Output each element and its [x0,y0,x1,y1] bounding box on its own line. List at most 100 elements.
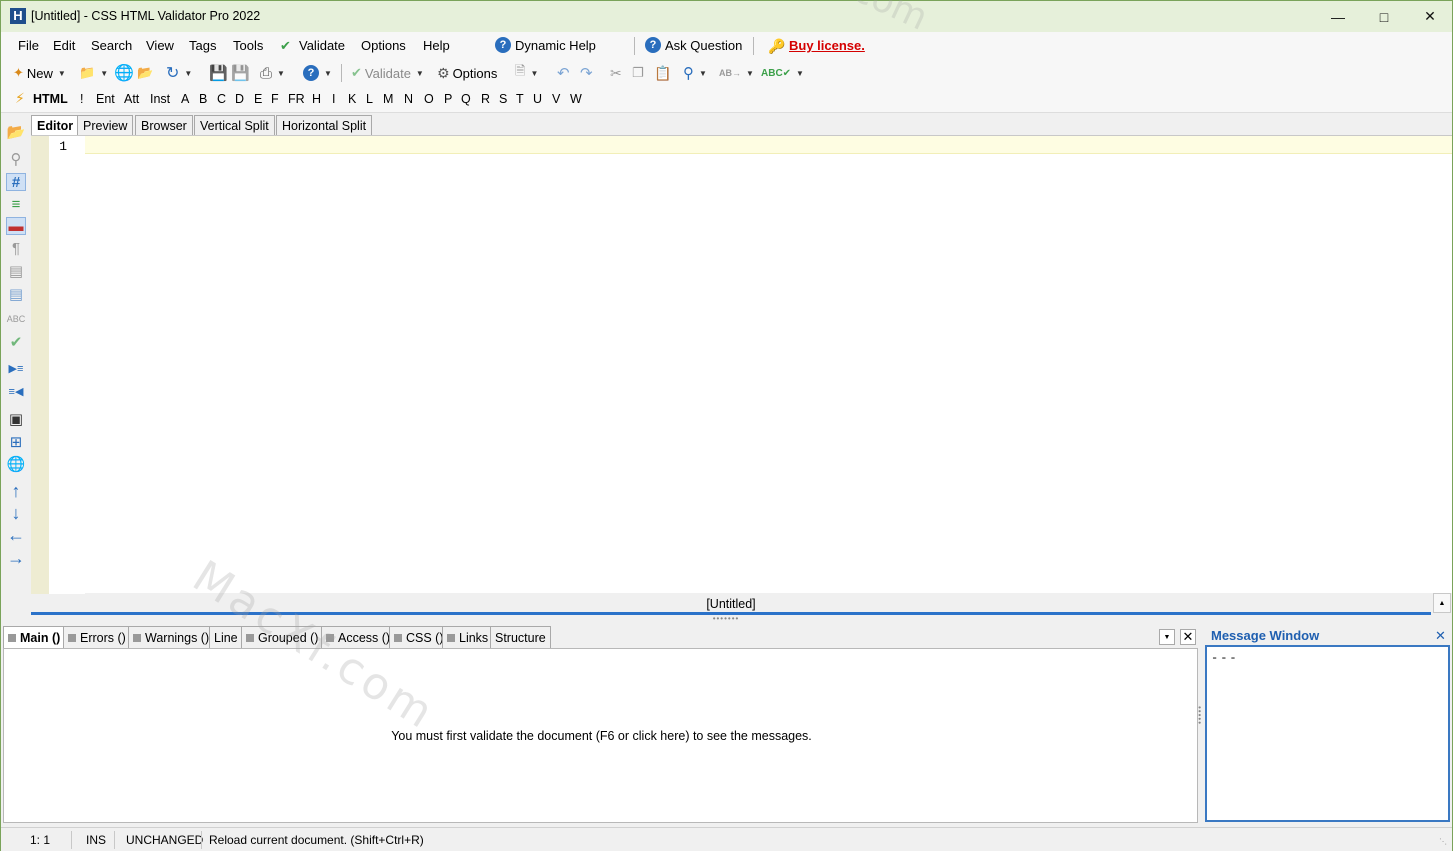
tab-warnings[interactable]: Warnings () [128,626,215,648]
tag-att[interactable]: Att [124,92,139,106]
menu-ask-question[interactable]: Ask Question [665,38,742,53]
tag-exclamation[interactable]: ! [80,92,83,106]
tag-r[interactable]: R [481,92,490,106]
tag-l[interactable]: L [366,92,373,106]
validate-document-button[interactable]: 🗎 ▼ [515,63,538,82]
binoculars-icon[interactable]: ⚲ [6,150,26,168]
menu-search[interactable]: Search [91,38,132,53]
tab-links[interactable]: Links [442,626,494,648]
menu-view[interactable]: View [146,38,174,53]
globe-icon[interactable]: 🌐 [114,64,134,82]
open-button[interactable]: 📁 ▼ [79,64,108,82]
import-icon[interactable]: 📂 [6,123,26,141]
arrow-up-icon[interactable]: ↑ [6,481,26,501]
menu-help[interactable]: Help [423,38,450,53]
tab-vertical-split[interactable]: Vertical Split [194,115,275,136]
maximize-button[interactable]: □ [1361,1,1407,32]
tab-structure[interactable]: Structure [490,626,551,648]
arrow-left-icon[interactable]: ← [6,525,26,545]
options-button[interactable]: ⚙ Options [437,64,497,82]
tag-u[interactable]: U [533,92,542,106]
tag-q[interactable]: Q [461,92,471,106]
tag-n[interactable]: N [404,92,413,106]
panel-close-icon[interactable]: ✕ [1180,629,1196,645]
tab-access[interactable]: Access () [321,626,396,648]
menu-file[interactable]: File [18,38,39,53]
save-all-icon[interactable]: 💾 [231,64,250,82]
code-editor[interactable]: 1 [31,135,1452,594]
scroll-up-icon[interactable]: ▲ [1433,593,1451,613]
tab-css[interactable]: CSS () [389,626,449,648]
indent-icon[interactable]: ▶≡ [6,359,26,377]
tag-o[interactable]: O [424,92,434,106]
check-icon[interactable]: ✔ [6,333,26,351]
validate-button[interactable]: ✔ Validate ▼ [351,64,424,82]
tag-ent[interactable]: Ent [96,92,115,106]
paste-icon[interactable]: 📋 [654,64,671,82]
tag-inst[interactable]: Inst [150,92,170,106]
validate-prompt-link[interactable]: You must first validate the document (F6… [4,729,1199,743]
outdent-icon[interactable]: ≡◀ [6,382,26,400]
ruler-icon[interactable]: ▤ [6,262,26,280]
menu-tools[interactable]: Tools [233,38,263,53]
fullscreen-icon[interactable]: ▣ [6,410,26,428]
new-button[interactable]: ✦ New ▼ [13,64,66,82]
menu-validate[interactable]: Validate [299,38,345,53]
tag-f[interactable]: F [271,92,279,106]
help-button[interactable]: ? ▼ [303,64,332,82]
color-bars-icon[interactable]: ▬ [6,217,26,235]
copy-icon[interactable]: ❐ [632,64,644,82]
replace-button[interactable]: AB→ ▼ [719,64,754,82]
panel-menu-icon[interactable]: ▼ [1159,629,1175,645]
tab-horizontal-split[interactable]: Horizontal Split [276,115,373,136]
tag-m[interactable]: M [383,92,393,106]
tab-grouped[interactable]: Grouped () [241,626,324,648]
resize-grip-icon[interactable]: ⋱ [1439,837,1447,846]
tab-errors[interactable]: Errors () [63,626,131,648]
tag-c[interactable]: C [217,92,226,106]
web-search-icon[interactable]: 🌐 [6,455,26,473]
tag-p[interactable]: P [444,92,452,106]
tag-fr[interactable]: FR [288,92,305,106]
tag-s[interactable]: S [499,92,507,106]
tag-t[interactable]: T [516,92,524,106]
tag-d[interactable]: D [235,92,244,106]
tab-line[interactable]: Line [209,626,243,648]
hash-icon[interactable]: # [6,173,26,191]
menu-edit[interactable]: Edit [53,38,75,53]
tag-html[interactable]: HTML [33,92,68,106]
tag-h[interactable]: H [312,92,321,106]
tag-k[interactable]: K [348,92,356,106]
tag-i[interactable]: I [332,92,335,106]
frame-back-icon[interactable]: ⊞ [6,433,26,451]
arrow-right-icon[interactable]: → [6,548,26,568]
save-icon[interactable]: 💾 [209,64,228,82]
indent-lines-icon[interactable]: ≡ [6,195,26,213]
tab-browser[interactable]: Browser [135,115,193,136]
find-button[interactable]: ⚲ ▼ [683,64,707,82]
print-button[interactable]: ⎙ ▼ [260,64,285,82]
menu-tags[interactable]: Tags [189,38,216,53]
close-button[interactable]: ✕ [1407,1,1453,32]
spellcheck-icon[interactable]: ABC [6,310,26,328]
reload-button[interactable]: ↻ ▼ [166,64,192,82]
tab-editor[interactable]: Editor [31,115,80,137]
menu-dynamic-help[interactable]: Dynamic Help [515,38,596,53]
minimize-button[interactable]: — [1315,1,1361,32]
tag-e[interactable]: E [254,92,262,106]
cut-icon[interactable]: ✂ [610,64,622,82]
tag-w[interactable]: W [570,92,582,106]
redo-icon[interactable]: ↷ [580,64,593,82]
tag-a[interactable]: A [181,92,189,106]
splitter-handle[interactable]: ••••••• [701,615,751,623]
split-view-icon[interactable]: ▤ [6,285,26,303]
message-window-close-icon[interactable]: ✕ [1435,628,1446,644]
buy-license-link[interactable]: Buy license. [789,38,865,53]
undo-icon[interactable]: ↶ [557,64,570,82]
open-recent-icon[interactable]: 📂 [137,64,153,82]
tab-main[interactable]: Main () [3,626,66,648]
tag-b[interactable]: B [199,92,207,106]
vertical-splitter-handle[interactable]: ••••• [1195,706,1204,736]
pilcrow-icon[interactable]: ¶ [6,239,26,257]
menu-options[interactable]: Options [361,38,406,53]
